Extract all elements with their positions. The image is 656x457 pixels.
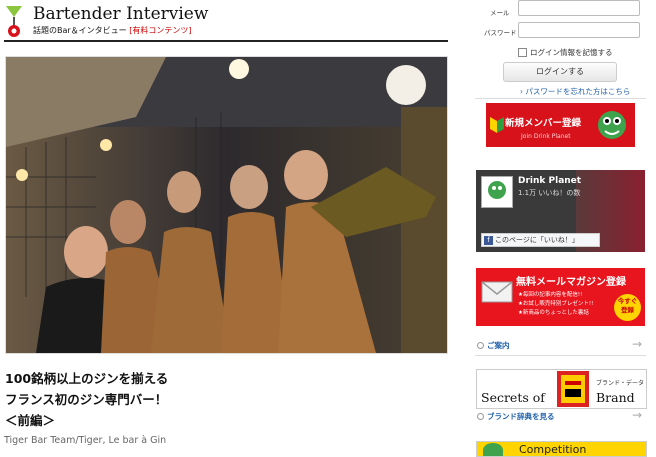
password-label: パスワード xyxy=(484,29,517,37)
mail-guide-label[interactable]: ご案内 xyxy=(487,340,510,351)
trophy-icon xyxy=(483,443,503,456)
remember-checkbox[interactable] xyxy=(518,48,527,57)
arrow-right-icon[interactable]: → xyxy=(632,337,642,351)
mail-magazine-banner[interactable]: 無料メールマガジン登録 ★毎回の記事内容を配信!! ★お試し販売特別プレゼント!… xyxy=(476,268,645,326)
globe-mascot-icon xyxy=(598,111,626,139)
cocktail-logo-icon xyxy=(6,6,22,37)
register-title: 新規メンバー登録 xyxy=(505,118,582,129)
facebook-page-box[interactable]: Drink Planet 1.1万 いいね！の数 f このページに「いいね！」 xyxy=(476,170,645,252)
mail-bullet-3: ★新商品のちょっとした裏話 xyxy=(518,310,589,316)
email-label: メール xyxy=(490,9,510,17)
arrow-right-icon[interactable]: → xyxy=(632,408,642,422)
premium-tag: [有料コンテンツ] xyxy=(129,26,192,35)
facebook-like-button[interactable]: f このページに「いいね！」 xyxy=(481,233,600,247)
article-subtitle: Tiger Bar Team/Tiger, Le bar à Gin xyxy=(4,435,167,446)
remember-label: ログイン情報を記憶する xyxy=(530,48,613,57)
facebook-likes-count: 1.1万 いいね！の数 xyxy=(518,189,581,197)
brand-dictionary-link[interactable]: ブランド辞典を見る xyxy=(477,411,555,422)
password-field[interactable] xyxy=(518,22,640,38)
drink-planet-logo xyxy=(481,176,513,208)
mail-bullet-1: ★毎回の記事内容を配信!! xyxy=(518,292,583,298)
brand-banner-tag: ブランド・データ xyxy=(596,380,645,387)
mail-guide-link[interactable]: ご案内 xyxy=(477,340,510,351)
envelope-icon xyxy=(481,281,513,303)
register-banner[interactable]: 新規メンバー登録 Join Drink Planet xyxy=(486,103,635,147)
brand-banner-left: Secrets of xyxy=(481,390,545,405)
header-divider xyxy=(4,40,448,42)
brand-dictionary-label[interactable]: ブランド辞典を見る xyxy=(487,411,555,422)
site-title[interactable]: Bartender Interview xyxy=(33,4,208,24)
article-title-line-2[interactable]: フランス初のジン専門バー！ xyxy=(5,389,445,410)
badge-line-1: 今すぐ xyxy=(617,297,638,305)
bullet-dot-icon xyxy=(477,413,484,420)
article-title[interactable]: 100銘柄以上のジンを揃える フランス初のジン専門バー！ ＜前編＞ xyxy=(5,368,445,431)
forgot-password-link[interactable]: › パスワードを忘れた方はこちら xyxy=(520,86,630,97)
forgot-password-text[interactable]: パスワードを忘れた方はこちら xyxy=(525,87,630,96)
article-title-line-3[interactable]: ＜前編＞ xyxy=(5,410,445,431)
sidebar-divider-2 xyxy=(475,355,646,356)
brand-dictionary-banner[interactable]: Secrets of ブランド・データ Brand xyxy=(476,369,647,409)
register-subtitle: Join Drink Planet xyxy=(521,133,571,140)
email-field[interactable] xyxy=(518,0,640,16)
mail-bullet-2: ★お試し販売特別プレゼント!! xyxy=(518,301,594,307)
facebook-icon: f xyxy=(484,235,493,245)
brand-banner-right: Brand xyxy=(596,390,635,405)
remember-login-row[interactable]: ログイン情報を記憶する xyxy=(518,47,613,58)
article-hero-image[interactable] xyxy=(5,56,448,354)
facebook-page-name[interactable]: Drink Planet xyxy=(518,176,581,186)
subscribe-now-badge[interactable]: 今すぐ 登録 xyxy=(614,294,641,321)
beginner-leaf-icon xyxy=(490,117,504,133)
mail-magazine-title: 無料メールマガジン登録 xyxy=(516,277,626,288)
badge-line-2: 登録 xyxy=(621,306,634,314)
competition-label: Competition xyxy=(519,443,587,456)
site-subtitle: 話題のBar＆インタビュー [有料コンテンツ] xyxy=(33,25,191,36)
site-subtitle-text: 話題のBar＆インタビュー xyxy=(33,26,127,35)
brand-book-image xyxy=(557,371,589,407)
article-title-line-1[interactable]: 100銘柄以上のジンを揃える xyxy=(5,368,445,389)
competition-banner[interactable]: Competition xyxy=(476,441,647,457)
facebook-like-label[interactable]: このページに「いいね！」 xyxy=(495,236,579,244)
sidebar-divider xyxy=(475,98,646,99)
login-button[interactable]: ログインする xyxy=(503,62,617,82)
bullet-dot-icon xyxy=(477,342,484,349)
